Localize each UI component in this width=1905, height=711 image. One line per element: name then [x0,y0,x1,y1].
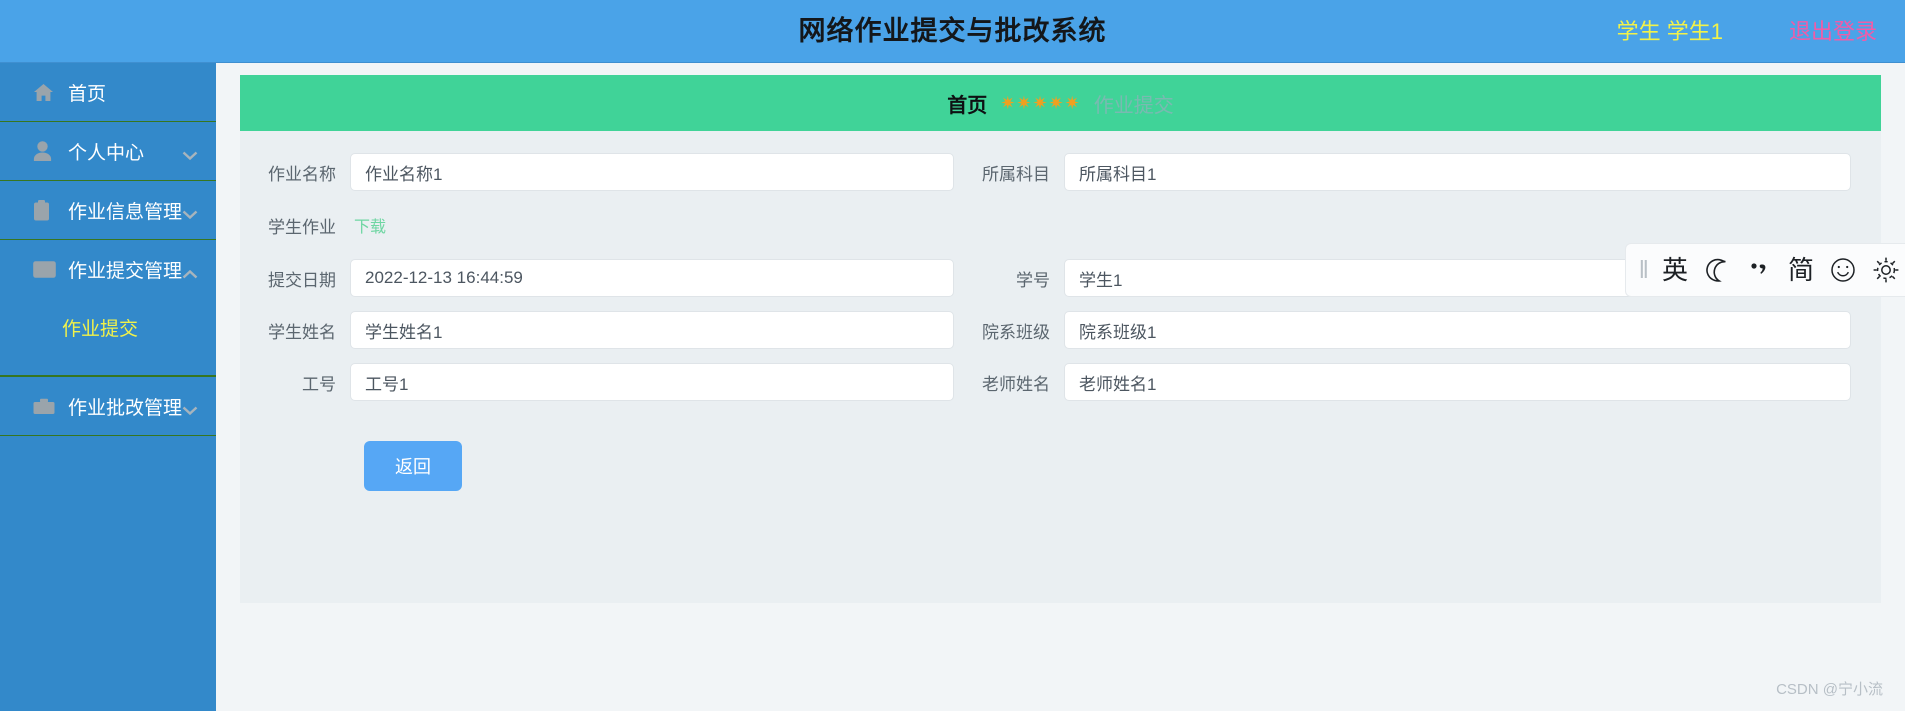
sidebar-group-homework-submit: 作业提交管理 作业提交 [0,240,216,377]
watermark: CSDN @宁小流 [1776,681,1883,698]
field-label: 学生姓名 [268,322,336,342]
field-submit-date: 提交日期 2022-12-13 16:44:59 [240,259,954,297]
field-label: 工号 [302,374,336,394]
field-label: 学生作业 [268,217,336,237]
field-teacher-name: 老师姓名 老师姓名1 [954,363,1851,401]
drag-handle-icon[interactable]: ‖ [1639,257,1649,283]
form-row: 工号 工号1 老师姓名 老师姓名1 [240,363,1881,401]
page-banner: 首页 ✷✷✷✷✷ 作业提交 [240,75,1881,131]
chevron-down-icon [182,402,198,416]
back-button[interactable]: 返回 [364,441,462,491]
sidebar-item-label: 作业批改管理 [68,397,183,419]
logout-button[interactable]: 退出登录 [1789,0,1877,63]
ime-charset-toggle[interactable]: 简 [1788,253,1814,287]
punctuation-icon[interactable] [1746,253,1772,287]
chevron-up-icon [182,266,198,278]
banner-stars-decoration: ✷✷✷✷✷ [1000,92,1081,113]
submission-detail-card: 首页 ✷✷✷✷✷ 作业提交 作业名称 作业名称1 所属科目 所属科目1 学生作业… [240,75,1881,603]
briefcase-icon [33,395,61,417]
field-label: 院系班级 [982,322,1050,342]
field-label: 所属科目 [982,164,1050,184]
banner-subtitle: 作业提交 [1093,94,1174,117]
sidebar-nav: 首页 个人中心 作业信息管理 作业提交管理 作业提交 作业批改管理 [0,63,216,711]
sidebar-item-homework-grading[interactable]: 作业批改管理 [0,377,216,436]
sidebar-submenu: 作业提交 [0,299,216,376]
staff-id-input[interactable]: 工号1 [350,363,954,401]
crescent-moon-icon[interactable] [1704,253,1730,287]
download-link[interactable]: 下载 [354,213,386,237]
chevron-down-icon [182,147,198,161]
field-staff-id: 工号 工号1 [240,363,954,401]
field-subject: 所属科目 所属科目1 [954,153,1851,191]
sidebar-item-profile[interactable]: 个人中心 [0,122,216,181]
main-content: 首页 ✷✷✷✷✷ 作业提交 作业名称 作业名称1 所属科目 所属科目1 学生作业… [216,63,1905,711]
sidebar-subitem-submit-homework[interactable]: 作业提交 [0,311,216,349]
current-user-label: 学生 学生1 [1616,19,1723,44]
ime-language-toggle[interactable]: 英 [1662,253,1688,287]
app-header: 网络作业提交与批改系统 学生 学生1 退出登录 [0,0,1905,63]
mail-icon [33,259,61,281]
sidebar-item-label: 首页 [68,83,107,105]
homework-name-input[interactable]: 作业名称1 [350,153,954,191]
field-label: 作业名称 [268,164,336,184]
field-student-name: 学生姓名 学生姓名1 [240,311,954,349]
field-student-attachment: 学生作业 下载 [240,205,1881,245]
smiley-icon[interactable] [1830,253,1856,287]
chevron-down-icon [182,206,198,220]
user-icon [33,140,61,162]
home-icon [33,81,61,103]
sidebar-item-homework-submit[interactable]: 作业提交管理 [0,240,216,299]
field-label: 提交日期 [268,270,336,290]
student-name-input[interactable]: 学生姓名1 [350,311,954,349]
app-root: 网络作业提交与批改系统 学生 学生1 退出登录 首页 个人中心 作业信息管理 作… [0,0,1905,711]
sidebar-item-label: 作业提交管理 [68,261,183,282]
submit-date-input[interactable]: 2022-12-13 16:44:59 [350,259,954,297]
teacher-name-input[interactable]: 老师姓名1 [1064,363,1851,401]
submission-form: 作业名称 作业名称1 所属科目 所属科目1 学生作业 下载 提交日期 2022-… [240,131,1881,491]
form-actions: 返回 [240,415,1881,491]
field-label: 老师姓名 [982,374,1050,394]
sidebar-item-label: 作业信息管理 [68,201,183,223]
subject-input[interactable]: 所属科目1 [1064,153,1851,191]
ime-toolbar[interactable]: ‖ 英 简 [1624,243,1905,297]
department-class-input[interactable]: 院系班级1 [1064,311,1851,349]
sidebar-item-homework-info[interactable]: 作业信息管理 [0,181,216,240]
clipboard-icon [33,199,61,221]
form-row: 作业名称 作业名称1 所属科目 所属科目1 [240,153,1881,191]
form-row: 学生姓名 学生姓名1 院系班级 院系班级1 [240,311,1881,349]
field-homework-name: 作业名称 作业名称1 [240,153,954,191]
banner-title: 首页 [947,94,988,117]
sidebar-item-label: 个人中心 [68,142,145,164]
field-department-class: 院系班级 院系班级1 [954,311,1851,349]
field-label: 学号 [1016,270,1050,290]
sidebar-item-home[interactable]: 首页 [0,63,216,122]
gear-icon[interactable] [1872,253,1900,287]
